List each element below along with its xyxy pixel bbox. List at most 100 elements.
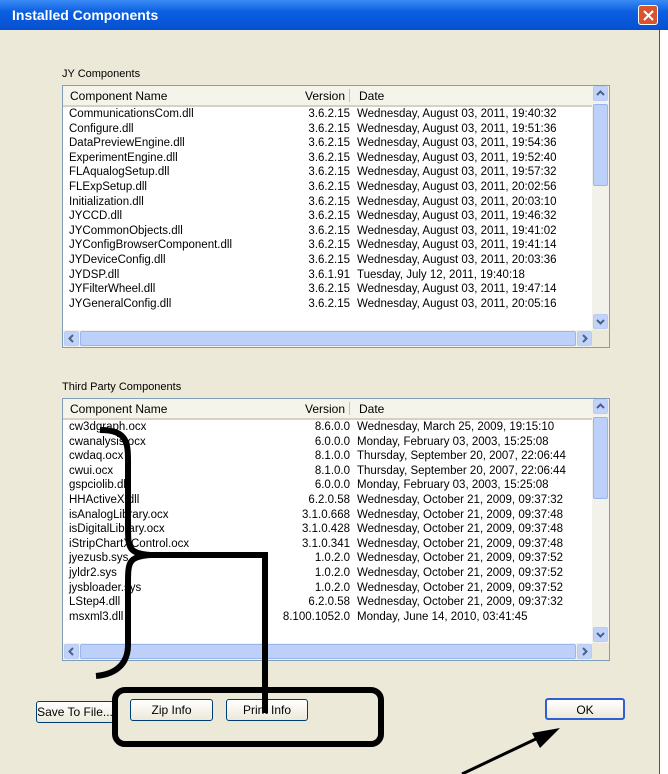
vertical-scrollbar[interactable] bbox=[592, 86, 609, 330]
table-row[interactable]: jyezusb.sys 1.0.2.0 Wednesday, October 21,… bbox=[63, 551, 593, 566]
table-row[interactable]: DataPreviewEngine.dll 3.6.2.15 Wednesday, … bbox=[63, 136, 593, 151]
version-cell: 3.6.2.15 bbox=[308, 224, 350, 237]
table-row[interactable]: ExperimentEngine.dll 3.6.2.15 Wednesday, A… bbox=[63, 151, 593, 166]
column-header-name[interactable]: Component Name bbox=[70, 89, 167, 103]
scroll-up-button[interactable] bbox=[593, 399, 608, 414]
table-row[interactable]: cwanalysis.ocx 6.0.0.0 Monday, February 03… bbox=[63, 435, 593, 450]
scroll-up-button[interactable] bbox=[593, 86, 608, 101]
table-row[interactable]: iStripChartXControl.ocx 3.1.0.341 Wednesda… bbox=[63, 537, 593, 552]
version-cell: 8.1.0.0 bbox=[314, 450, 350, 463]
close-button[interactable] bbox=[638, 5, 658, 25]
table-row[interactable]: FLAqualogSetup.dll 3.6.2.15 Wednesday, Aug… bbox=[63, 165, 593, 180]
scroll-down-button[interactable] bbox=[593, 314, 608, 329]
version-cell: 3.6.2.15 bbox=[308, 180, 350, 193]
date-cell: Wednesday, August 03, 2011, 20:03:10 bbox=[357, 195, 557, 208]
version-cell: 3.6.2.15 bbox=[308, 253, 350, 266]
table-row[interactable]: JYCCD.dll 3.6.2.15 Wednesday, August 03, 2… bbox=[63, 209, 593, 224]
component-name-cell: jyezusb.sys bbox=[69, 552, 129, 565]
scroll-left-button[interactable] bbox=[64, 644, 79, 659]
scroll-left-button[interactable] bbox=[64, 331, 79, 346]
version-cell: 3.6.2.15 bbox=[308, 283, 350, 296]
date-cell: Wednesday, August 03, 2011, 19:47:14 bbox=[357, 283, 557, 296]
table-row[interactable]: JYConfigBrowserComponent.dll 3.6.2.15 Wedn… bbox=[63, 238, 593, 253]
arrow-up-icon bbox=[596, 90, 605, 96]
date-cell: Wednesday, October 21, 2009, 09:37:48 bbox=[357, 508, 564, 521]
jy-components-label: JY Components bbox=[62, 68, 141, 80]
horizontal-scrollbar[interactable] bbox=[63, 643, 609, 660]
vertical-scrollbar[interactable] bbox=[592, 399, 609, 643]
third-party-components-list[interactable]: Component Name Version Date cw3dgraph.oc… bbox=[62, 398, 610, 661]
component-name-cell: CommunicationsCom.dll bbox=[69, 108, 194, 120]
table-row[interactable]: isDigitalLibrary.ocx 3.1.0.428 Wednesday, … bbox=[63, 522, 593, 537]
date-cell: Wednesday, October 21, 2009, 09:37:32 bbox=[357, 493, 564, 506]
zip-info-button[interactable]: Zip Info bbox=[130, 699, 213, 721]
table-row[interactable]: JYDSP.dll 3.6.1.91 Tuesday, July 12, 2011,… bbox=[63, 268, 593, 283]
component-name-cell: JYCommonObjects.dll bbox=[69, 224, 183, 237]
version-cell: 1.0.2.0 bbox=[314, 581, 350, 594]
table-row[interactable]: FLExpSetup.dll 3.6.2.15 Wednesday, August … bbox=[63, 180, 593, 195]
column-header-date[interactable]: Date bbox=[359, 89, 384, 103]
table-row[interactable]: cwui.ocx 8.1.0.0 Thursday, September 20, 2… bbox=[63, 464, 593, 479]
list-header: Component Name Version Date bbox=[63, 86, 593, 107]
scroll-corner bbox=[592, 330, 609, 347]
version-cell: 8.1.0.0 bbox=[314, 464, 350, 477]
version-cell: 3.1.0.341 bbox=[302, 537, 350, 550]
table-row[interactable]: jyldr2.sys 1.0.2.0 Wednesday, October 21, … bbox=[63, 566, 593, 581]
table-row[interactable]: cwdaq.ocx 8.1.0.0 Thursday, September 20, … bbox=[63, 449, 593, 464]
version-cell: 6.2.0.58 bbox=[308, 493, 350, 506]
table-row[interactable]: cw3dgraph.ocx 8.6.0.0 Wednesday, March 25,… bbox=[63, 420, 593, 435]
column-header-version[interactable]: Version bbox=[305, 89, 345, 103]
date-cell: Wednesday, October 21, 2009, 09:37:52 bbox=[357, 552, 564, 565]
date-cell: Monday, February 03, 2003, 15:25:08 bbox=[357, 479, 549, 492]
third-party-rows: cw3dgraph.ocx 8.6.0.0 Wednesday, March 25,… bbox=[63, 420, 593, 640]
column-header-version[interactable]: Version bbox=[305, 402, 345, 416]
arrow-down-icon bbox=[596, 632, 605, 638]
table-row[interactable]: HHActiveX.dll 6.2.0.58 Wednesday, October … bbox=[63, 493, 593, 508]
dialog-body: JY Components Component Name Version Dat… bbox=[0, 30, 660, 774]
date-cell: Wednesday, March 25, 2009, 19:15:10 bbox=[357, 421, 555, 433]
table-row[interactable]: isAnalogLibrary.ocx 3.1.0.668 Wednesday, O… bbox=[63, 508, 593, 523]
table-row[interactable]: CommunicationsCom.dll 3.6.2.15 Wednesday, … bbox=[63, 107, 593, 122]
version-cell: 3.6.2.15 bbox=[308, 195, 350, 208]
horizontal-scrollbar[interactable] bbox=[63, 330, 609, 347]
column-header-name[interactable]: Component Name bbox=[70, 402, 167, 416]
table-row[interactable]: JYFilterWheel.dll 3.6.2.15 Wednesday, Augu… bbox=[63, 282, 593, 297]
date-cell: Thursday, September 20, 2007, 22:06:44 bbox=[357, 464, 566, 477]
component-name-cell: isDigitalLibrary.ocx bbox=[69, 523, 165, 536]
table-row[interactable]: jysbloader.sys 1.0.2.0 Wednesday, October … bbox=[63, 581, 593, 596]
table-row[interactable]: Configure.dll 3.6.2.15 Wednesday, August 0… bbox=[63, 122, 593, 137]
table-row[interactable]: JYCommonObjects.dll 3.6.2.15 Wednesday, Au… bbox=[63, 224, 593, 239]
ok-button[interactable]: OK bbox=[545, 698, 625, 720]
component-name-cell: DataPreviewEngine.dll bbox=[69, 137, 185, 150]
date-cell: Thursday, September 20, 2007, 22:06:44 bbox=[357, 450, 566, 463]
date-cell: Wednesday, October 21, 2009, 09:37:48 bbox=[357, 537, 564, 550]
table-row[interactable]: JYGeneralConfig.dll 3.6.2.15 Wednesday, Au… bbox=[63, 297, 593, 312]
scroll-thumb[interactable] bbox=[593, 104, 608, 186]
column-header-date[interactable]: Date bbox=[359, 402, 384, 416]
table-row[interactable]: gspciolib.dll 6.0.0.0 Monday, February 03,… bbox=[63, 478, 593, 493]
scroll-thumb[interactable] bbox=[80, 644, 576, 659]
date-cell: Wednesday, August 03, 2011, 19:57:32 bbox=[357, 166, 557, 179]
component-name-cell: gspciolib.dll bbox=[69, 479, 129, 492]
save-to-file-button[interactable]: Save To File... bbox=[36, 701, 114, 723]
jy-components-list[interactable]: Component Name Version Date Communicatio… bbox=[62, 85, 610, 348]
table-row[interactable]: LStep4.dll 6.2.0.58 Wednesday, October 21,… bbox=[63, 595, 593, 610]
scroll-thumb[interactable] bbox=[593, 417, 608, 499]
print-info-button[interactable]: Print Info bbox=[226, 699, 308, 721]
jy-rows: CommunicationsCom.dll 3.6.2.15 Wednesday, … bbox=[63, 107, 593, 327]
component-name-cell: JYCCD.dll bbox=[69, 210, 123, 223]
scroll-right-button[interactable] bbox=[577, 644, 592, 659]
scroll-thumb[interactable] bbox=[80, 331, 576, 346]
component-name-cell: msxml3.dll bbox=[69, 610, 124, 623]
date-cell: Wednesday, August 03, 2011, 20:05:16 bbox=[357, 297, 557, 310]
scroll-right-button[interactable] bbox=[577, 331, 592, 346]
version-cell: 8.100.1052.0 bbox=[282, 610, 350, 623]
date-cell: Wednesday, August 03, 2011, 19:46:32 bbox=[357, 210, 557, 223]
date-cell: Wednesday, August 03, 2011, 19:54:36 bbox=[357, 137, 557, 150]
table-row[interactable]: Initialization.dll 3.6.2.15 Wednesday, Aug… bbox=[63, 195, 593, 210]
table-row[interactable]: JYDeviceConfig.dll 3.6.2.15 Wednesday, Aug… bbox=[63, 253, 593, 268]
scroll-down-button[interactable] bbox=[593, 627, 608, 642]
table-row[interactable]: msxml3.dll 8.100.1052.0 Monday, June 14, 2… bbox=[63, 610, 593, 625]
date-cell: Wednesday, August 03, 2011, 19:51:36 bbox=[357, 122, 557, 135]
version-cell: 3.6.2.15 bbox=[308, 137, 350, 150]
